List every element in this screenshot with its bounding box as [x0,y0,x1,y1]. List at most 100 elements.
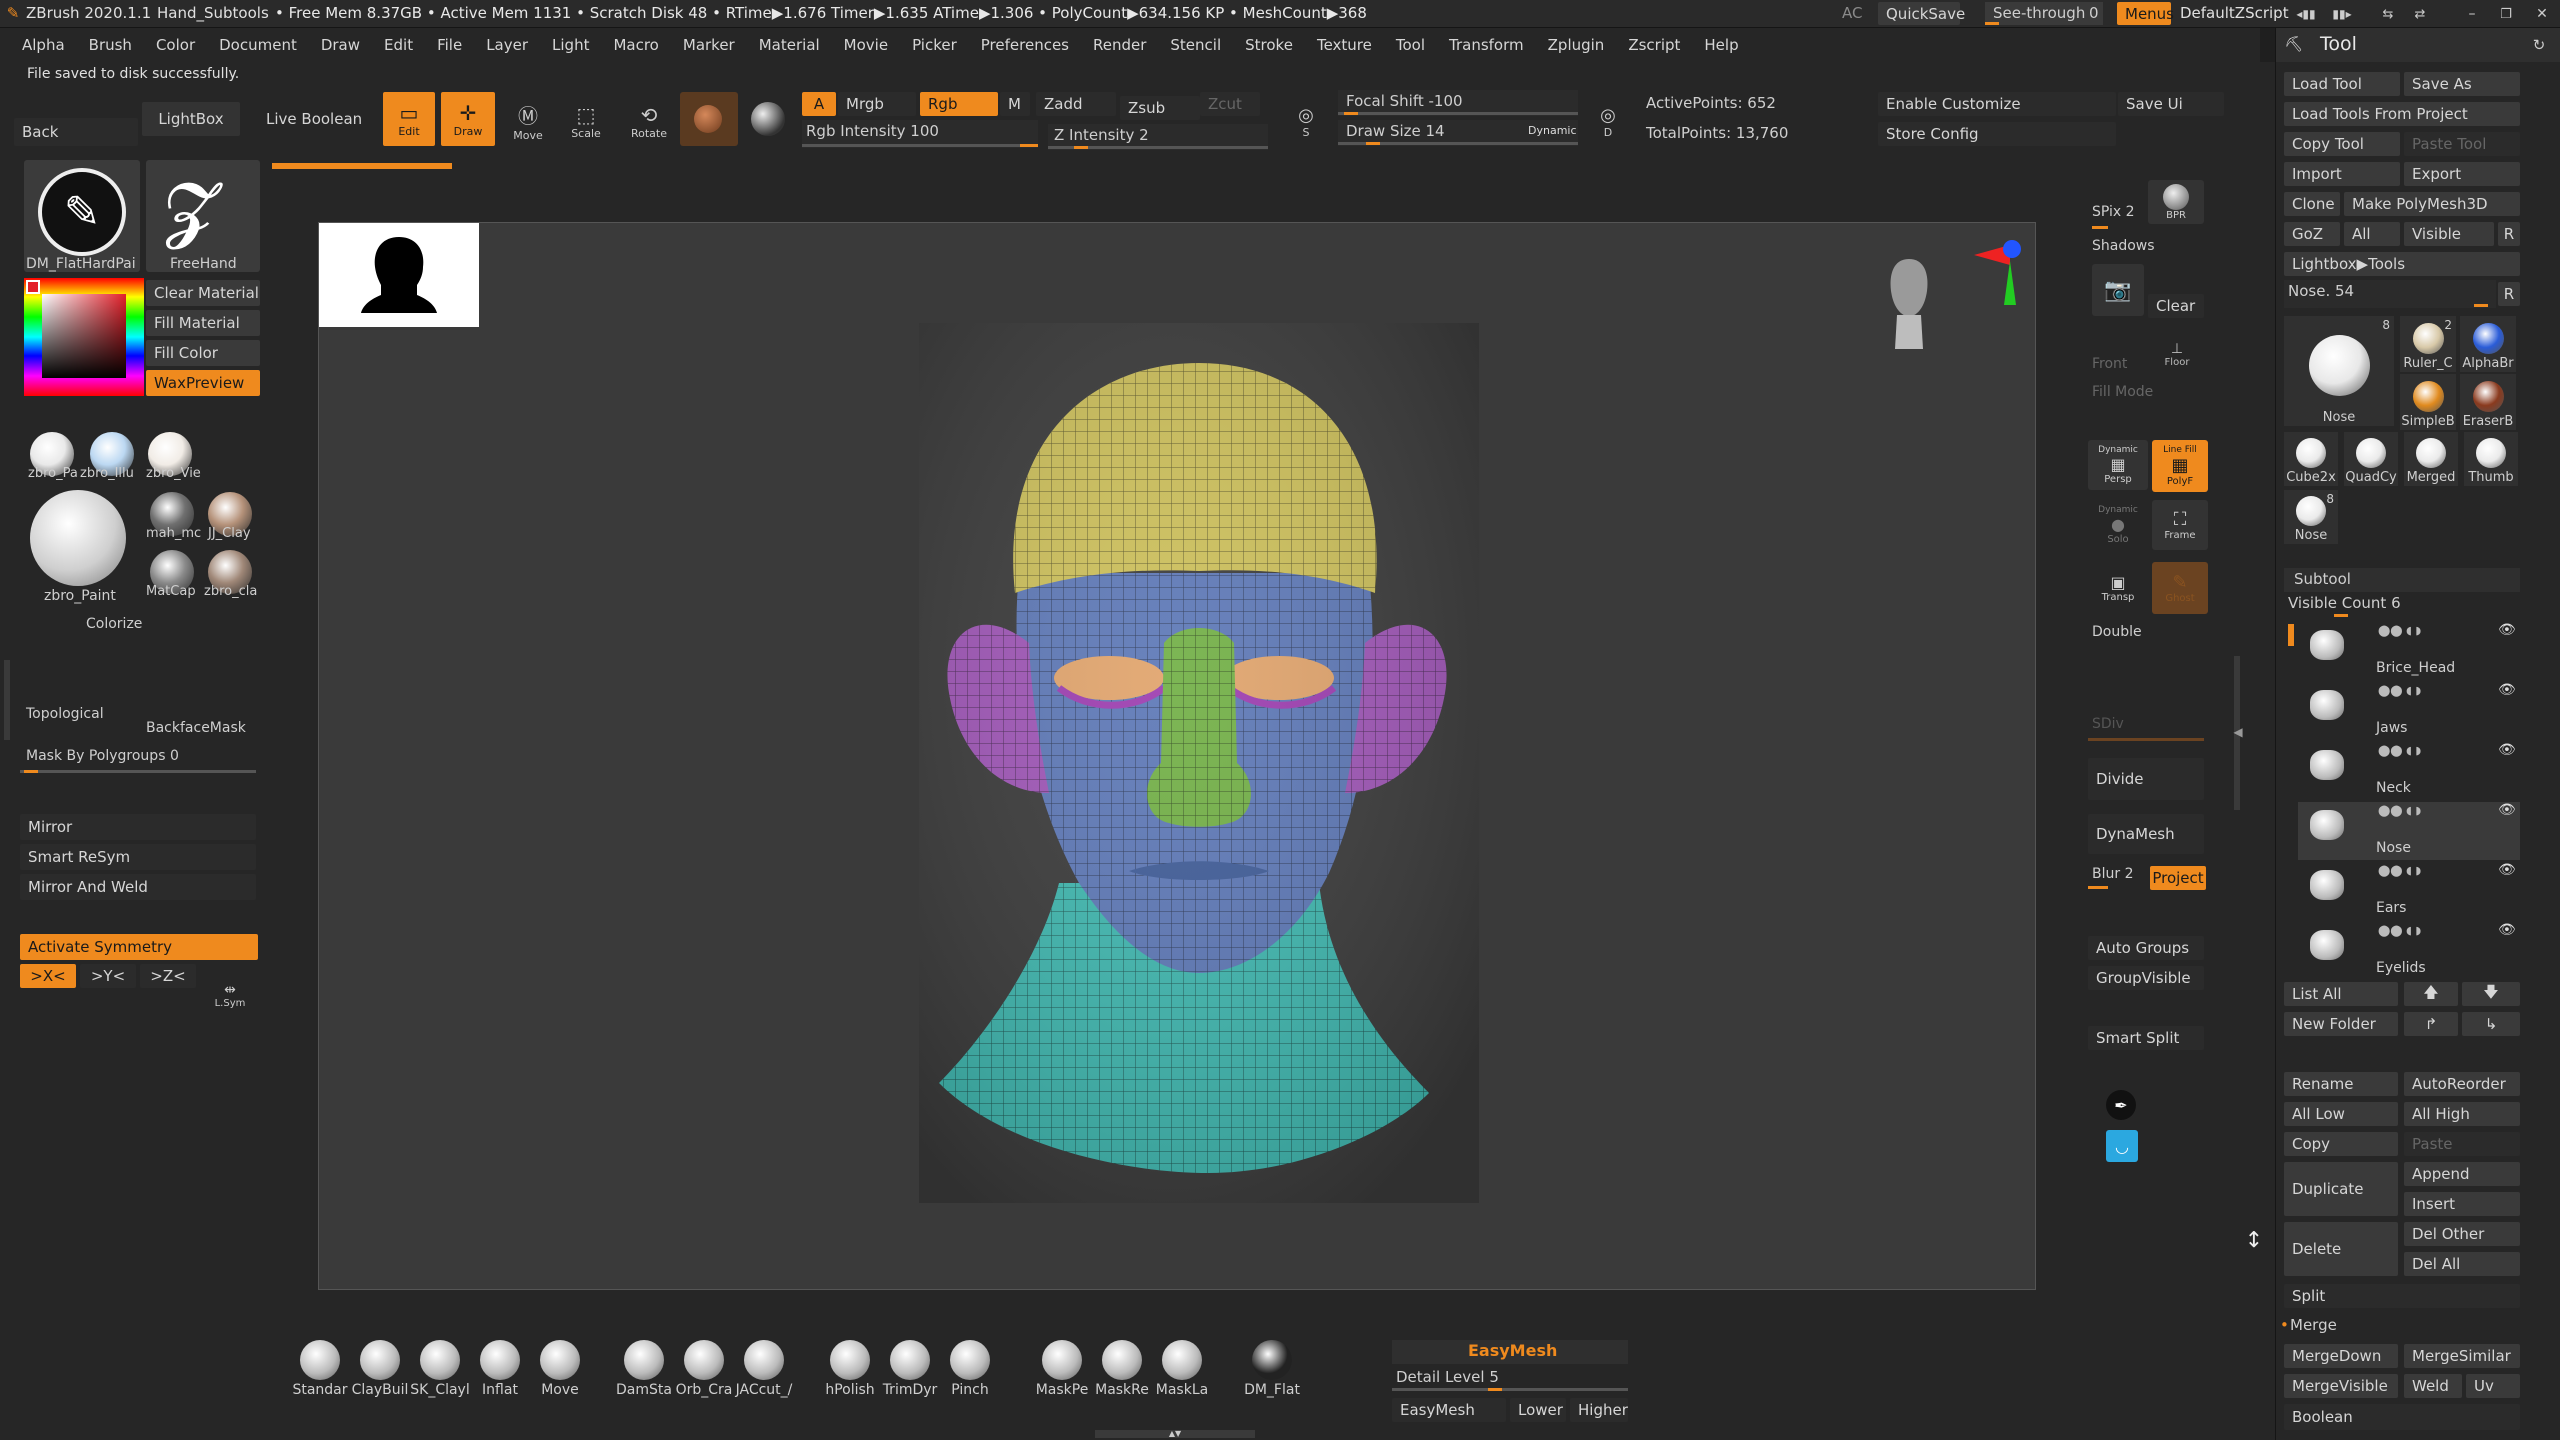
m-toggle[interactable]: M [1000,92,1030,116]
material-swatch[interactable] [680,92,738,146]
spix-slider[interactable]: SPix 2 [2088,202,2148,230]
menu-macro[interactable]: Macro [613,36,658,54]
move-button[interactable]: Ⓜ Move [503,96,553,146]
folder-in-button[interactable]: ↱ [2404,1012,2458,1036]
scale-button[interactable]: ⬚ Scale [561,96,611,146]
menu-light[interactable]: Light [552,36,589,54]
subtool-row[interactable]: ⬤⬤ ◖ ◗ 👁 Brice_Head [2298,622,2520,680]
copy-subtool-button[interactable]: Copy [2284,1132,2398,1156]
y-symmetry-toggle[interactable]: >Y< [80,964,136,988]
mrgb-toggle[interactable]: Mrgb [838,92,916,116]
lower-button[interactable]: Lower [1510,1398,1566,1422]
menu-file[interactable]: File [437,36,462,54]
alpha-preview[interactable] [319,223,479,327]
move-down-button[interactable]: 🡇 [2462,982,2520,1006]
merge-header[interactable]: • Merge [2280,1314,2520,1338]
brush-jaccut-[interactable]: JACcut_/ [734,1338,794,1400]
brush-claybuil[interactable]: ClayBuil [350,1338,410,1400]
shelf-collapse-icon[interactable]: ◀ [2232,722,2244,742]
mask-by-polygroups-slider[interactable]: Mask By Polygroups 0 [20,746,256,774]
layout-icon[interactable]: ◂▮▮ [2292,4,2320,24]
subtool-visibility-eye-icon[interactable]: 👁 [2498,862,2516,878]
rename-button[interactable]: Rename [2284,1072,2398,1096]
sdiv-slider[interactable]: SDiv [2088,716,2204,742]
new-folder-button[interactable]: New Folder [2284,1012,2398,1036]
rotate-button[interactable]: ⟲ Rotate [624,96,674,146]
del-all-button[interactable]: Del All [2404,1252,2520,1276]
d-icon[interactable]: ◎ D [1590,104,1626,140]
split-header[interactable]: Split [2284,1284,2520,1308]
subtool-visibility-eye-icon[interactable]: 👁 [2498,622,2516,638]
visible-button[interactable]: Visible [2404,222,2494,246]
color-gradient-square[interactable] [42,294,126,378]
save-as-button[interactable]: Save As [2404,72,2520,96]
menu-zplugin[interactable]: Zplugin [1548,36,1605,54]
activate-symmetry-button[interactable]: Activate Symmetry [20,934,258,960]
document-canvas[interactable] [318,222,2036,1290]
mergesimilar-button[interactable]: MergeSimilar [2404,1344,2520,1368]
tool-thumb-quadcy[interactable]: QuadCy [2344,432,2398,486]
enable-customize-button[interactable]: Enable Customize [1878,92,2116,116]
autoreorder-button[interactable]: AutoReorder [2404,1072,2520,1096]
bottom-collapse-handle[interactable]: ▲▼ [1095,1430,1255,1438]
brush-hpolish[interactable]: hPolish [820,1338,880,1400]
higher-button[interactable]: Higher [1570,1398,1628,1422]
ghost-button[interactable]: ✎ Ghost [2152,562,2208,614]
detail-level-slider[interactable]: Detail Level 5 [1392,1366,1628,1392]
menu-document[interactable]: Document [219,36,297,54]
camera-button[interactable]: 📷 [2092,264,2144,316]
menu-marker[interactable]: Marker [683,36,735,54]
zcut-toggle[interactable]: Zcut [1200,92,1260,116]
mergedown-button[interactable]: MergeDown [2284,1344,2398,1368]
tool-thumb-alphabr[interactable]: AlphaBr [2460,316,2516,372]
navigation-gizmo[interactable] [1879,255,1939,355]
paste-tool-button[interactable]: Paste Tool [2404,132,2520,156]
layout-swap-icon[interactable]: ⇆ [2376,4,2400,24]
clone-button[interactable]: Clone [2284,192,2340,216]
menu-movie[interactable]: Movie [844,36,888,54]
fill-color-button[interactable]: Fill Color [146,340,260,366]
focal-shift-slider[interactable]: Focal Shift -100 [1338,90,1578,116]
brush-pinch[interactable]: Pinch [940,1338,1000,1400]
all-low-button[interactable]: All Low [2284,1102,2398,1126]
brush-orb-cra[interactable]: Orb_Cra [674,1338,734,1400]
back-button[interactable]: Back [14,118,138,146]
duplicate-button[interactable]: Duplicate [2284,1162,2398,1216]
subtool-toggles-icon[interactable]: ⬤⬤ ◖ ◗ [2378,684,2421,697]
tool-nose-slider[interactable]: Nose. 54 [2284,280,2496,308]
x-symmetry-toggle[interactable]: >X< [20,964,76,988]
menu-layer[interactable]: Layer [486,36,528,54]
menu-texture[interactable]: Texture [1317,36,1372,54]
brush-dm-flat[interactable]: DM_Flat [1242,1338,1302,1400]
project-button[interactable]: Project [2150,866,2206,890]
minimize-icon[interactable]: – [2460,4,2484,24]
make-polymesh-button[interactable]: Make PolyMesh3D [2344,192,2520,216]
menu-transform[interactable]: Transform [1449,36,1524,54]
menu-picker[interactable]: Picker [912,36,957,54]
subtool-toggles-icon[interactable]: ⬤⬤ ◖ ◗ [2378,864,2421,877]
polyf-button[interactable]: Line Fill ▦ PolyF [2152,440,2208,492]
brush-inflat[interactable]: Inflat [470,1338,530,1400]
fill-material-button[interactable]: Fill Material [146,310,260,336]
tool-thumb-simpleb[interactable]: SimpleB [2400,374,2456,430]
del-other-button[interactable]: Del Other [2404,1222,2520,1246]
menu-alpha[interactable]: Alpha [22,36,65,54]
delete-button[interactable]: Delete [2284,1222,2398,1276]
subtool-toggles-icon[interactable]: ⬤⬤ ◖ ◗ [2378,624,2421,637]
auto-groups-button[interactable]: Auto Groups [2088,936,2204,960]
color-picker[interactable] [24,278,144,396]
load-tool-button[interactable]: Load Tool [2284,72,2400,96]
subtool-visibility-eye-icon[interactable]: 👁 [2498,922,2516,938]
tool-thumb-nose[interactable]: Nose 8 [2284,490,2338,544]
default-zscript[interactable]: DefaultZScript [2180,4,2289,22]
subtool-visibility-eye-icon[interactable]: 👁 [2498,682,2516,698]
subtool-scroll[interactable] [2288,624,2294,646]
see-through-slider[interactable]: See-through 0 [1985,2,2103,25]
weld-button[interactable]: Weld [2404,1374,2462,1398]
floor-button[interactable]: ⊥ Floor [2152,336,2202,372]
subtool-visibility-eye-icon[interactable]: 👁 [2498,742,2516,758]
subtool-row[interactable]: ⬤⬤ ◖ ◗ 👁 Jaws [2298,682,2520,740]
easymesh-button[interactable]: EasyMesh [1392,1398,1506,1422]
smart-resym-button[interactable]: Smart ReSym [20,844,256,870]
draw-button[interactable]: ✛ Draw [441,92,495,146]
